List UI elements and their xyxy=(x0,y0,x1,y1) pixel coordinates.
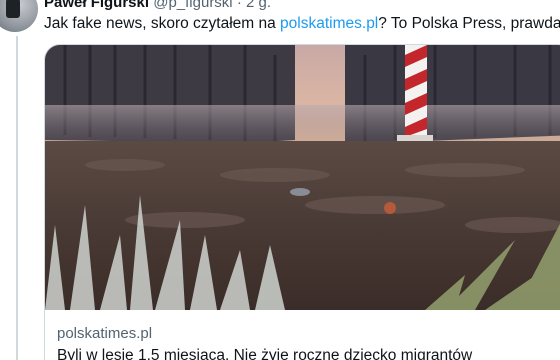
tweet-text-before: Jak fake news, skoro czytałem na xyxy=(44,15,281,32)
link-card[interactable]: polskatimes.pl Byli w lesie 1,5 miesiąca… xyxy=(44,44,560,360)
tweet-link[interactable]: polskatimes.pl xyxy=(280,15,378,32)
avatar-figure-body xyxy=(6,0,20,18)
author-name[interactable]: Paweł Figurski xyxy=(44,0,149,11)
card-domain[interactable]: polskatimes.pl xyxy=(57,325,152,342)
tweet-text-after: ? To Polska Press, prawda? xyxy=(378,15,560,32)
header-separator: · xyxy=(232,0,246,11)
tweet-text: Jak fake news, skoro czytałem na polskat… xyxy=(44,14,560,34)
avatar[interactable] xyxy=(0,0,38,32)
tweet-timestamp[interactable]: 2 g. xyxy=(246,0,271,11)
thread-line xyxy=(16,36,18,360)
card-image[interactable] xyxy=(45,45,560,310)
card-title[interactable]: Byli w lesie 1,5 miesiąca. Nie żyje rocz… xyxy=(57,347,472,360)
author-handle[interactable]: @p_figurski xyxy=(153,0,232,11)
tweet-header: Paweł Figurski @p_figurski · 2 g. xyxy=(44,0,271,11)
photo-forest-border-icon xyxy=(45,45,560,310)
